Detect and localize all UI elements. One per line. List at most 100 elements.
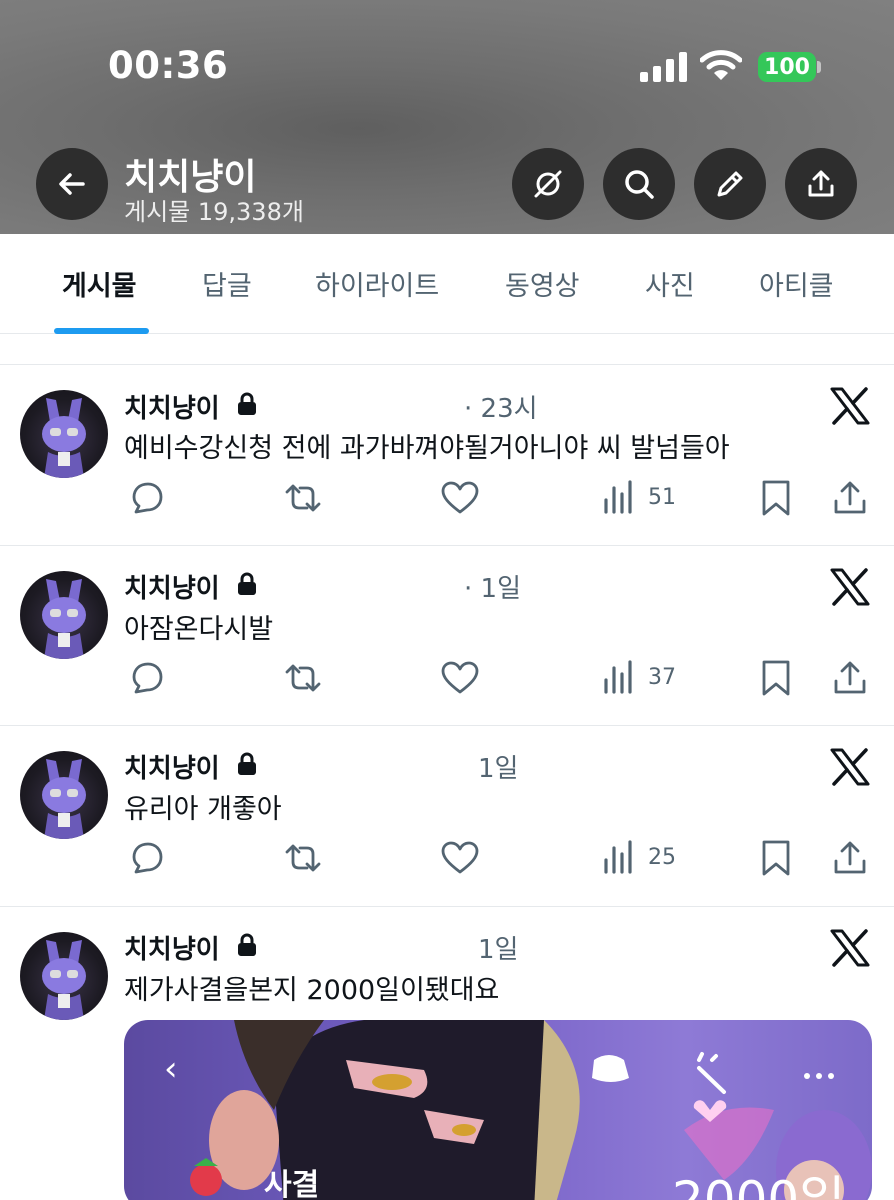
tab-replies[interactable]: 답글: [202, 264, 252, 303]
reply-button[interactable]: [126, 478, 166, 518]
bookmark-button[interactable]: [756, 658, 796, 698]
share-icon: [808, 170, 834, 197]
tweet[interactable]: 치치냥이 1일 유리아 개좋아 25: [0, 726, 894, 907]
share-icon: [834, 841, 866, 874]
tweet-author[interactable]: 치치냥이: [124, 929, 220, 966]
post-count: 게시물 19,338개: [124, 198, 304, 226]
tweet-text: 제가사결을본지 2000일이됐대요: [124, 975, 500, 1006]
repost-icon: [285, 844, 321, 872]
tweet-text: 예비수강신청 전에 과가바껴야될거아니야 씨 발넘들아: [124, 433, 730, 464]
battery-indicator: 100: [758, 52, 816, 82]
tweet-timestamp[interactable]: 1일: [478, 929, 518, 966]
lock-icon: [238, 933, 256, 956]
analytics-icon: [604, 660, 632, 694]
x-logo-icon: [830, 387, 870, 425]
tweet-timestamp[interactable]: · 23시: [464, 388, 538, 425]
repost-button[interactable]: [283, 658, 323, 698]
x-logo-icon: [830, 568, 870, 606]
tweet[interactable]: 치치냥이 · 23시 예비수강신청 전에 과가바껴야될거아니야 씨 발넘들아 5…: [0, 365, 894, 546]
repost-icon: [285, 664, 321, 692]
bookmark-icon: [762, 480, 790, 516]
reply-button[interactable]: [126, 838, 166, 878]
more-icon: [804, 1073, 810, 1079]
avatar-image: [42, 759, 86, 839]
media-day-count: 2000일: [672, 1171, 846, 1200]
arrow-left-icon: [59, 173, 85, 195]
analytics-icon: [604, 840, 632, 874]
tab-highlights[interactable]: 하이라이트: [315, 264, 439, 303]
bell-icon: [592, 1055, 629, 1082]
status-time: 00:36: [108, 44, 229, 87]
x-logo-icon: [830, 929, 870, 967]
bookmark-button[interactable]: [756, 838, 796, 878]
magic-wand-icon: [697, 1052, 726, 1094]
tab-posts[interactable]: 게시물: [62, 264, 137, 303]
tab-photos[interactable]: 사진: [645, 264, 695, 303]
avatar[interactable]: [20, 932, 108, 1020]
tweet-timestamp[interactable]: 1일: [478, 748, 518, 785]
grok-button[interactable]: [512, 148, 584, 220]
views-button[interactable]: [600, 838, 640, 878]
share-button[interactable]: [830, 478, 870, 518]
media-card-title: 사결: [264, 1168, 320, 1200]
profile-tabs: 게시물 답글 하이라이트 동영상 사진 아티클: [0, 234, 894, 334]
views-button[interactable]: [600, 478, 640, 518]
avatar[interactable]: [20, 571, 108, 659]
analytics-icon: [604, 480, 632, 514]
strawberry-icon: [190, 1164, 222, 1196]
active-tab-indicator: [54, 328, 149, 334]
view-count: 25: [648, 845, 676, 870]
repost-button[interactable]: [283, 838, 323, 878]
compose-button[interactable]: [694, 148, 766, 220]
share-button[interactable]: [830, 658, 870, 698]
tweet-author[interactable]: 치치냥이: [124, 748, 220, 785]
repost-icon: [285, 484, 321, 512]
battery-tip: [817, 61, 821, 73]
profile-header: 00:36 100 치치냥이 게시물 19,338개: [0, 0, 894, 234]
heart-icon: [441, 661, 479, 694]
heart-icon: [441, 841, 479, 874]
avatar[interactable]: [20, 751, 108, 839]
cellular-signal-icon: [640, 52, 687, 82]
x-logo-icon: [830, 748, 870, 786]
reply-button[interactable]: [126, 658, 166, 698]
like-button[interactable]: [440, 478, 480, 518]
share-profile-button[interactable]: [785, 148, 857, 220]
avatar-image: [42, 579, 86, 659]
tweet-timestamp[interactable]: · 1일: [464, 568, 521, 605]
grok-icon: [534, 170, 562, 198]
avatar-image: [42, 398, 86, 478]
wifi-icon: [700, 50, 742, 80]
view-count: 37: [648, 665, 676, 690]
tweet[interactable]: 치치냥이 · 1일 아잠온다시발 37: [0, 546, 894, 726]
tweet-author[interactable]: 치치냥이: [124, 568, 220, 605]
tab-articles[interactable]: 아티클: [759, 264, 834, 303]
lock-icon: [238, 572, 256, 595]
tweet-author[interactable]: 치치냥이: [124, 388, 220, 425]
lock-icon: [238, 392, 256, 415]
tab-videos[interactable]: 동영상: [505, 264, 580, 303]
bookmark-icon: [762, 840, 790, 876]
like-button[interactable]: [440, 838, 480, 878]
lock-icon: [238, 752, 256, 775]
media-back-chevron-icon: ‹: [164, 1049, 178, 1089]
search-icon: [625, 170, 654, 199]
reply-icon: [132, 662, 163, 694]
share-icon: [834, 661, 866, 694]
like-button[interactable]: [440, 658, 480, 698]
heart-icon: [441, 481, 479, 514]
bookmark-button[interactable]: [756, 478, 796, 518]
views-button[interactable]: [600, 658, 640, 698]
repost-button[interactable]: [283, 478, 323, 518]
search-button[interactable]: [603, 148, 675, 220]
tweet-text: 유리아 개좋아: [124, 794, 282, 825]
avatar[interactable]: [20, 390, 108, 478]
tweet-media[interactable]: ‹ 사결 2000일: [124, 1020, 872, 1200]
bookmark-icon: [762, 660, 790, 696]
pencil-icon: [717, 171, 743, 197]
view-count: 51: [648, 485, 676, 510]
tweet-text: 아잠온다시발: [124, 614, 274, 645]
reply-icon: [132, 482, 163, 514]
back-button[interactable]: [36, 148, 108, 220]
share-button[interactable]: [830, 838, 870, 878]
